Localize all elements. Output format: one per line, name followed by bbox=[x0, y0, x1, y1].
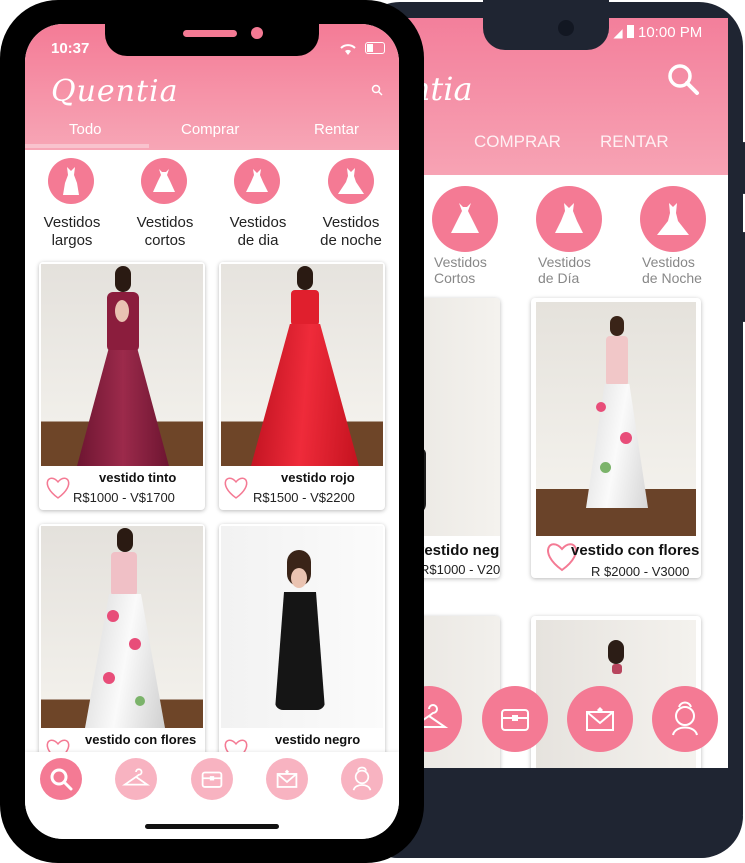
category-label: Vestidos Cortos bbox=[434, 254, 487, 286]
product-name: vestido con flores bbox=[571, 542, 700, 559]
category-long-dress-button[interactable] bbox=[48, 158, 94, 204]
product-photo bbox=[536, 302, 696, 536]
tab-comprar[interactable]: COMPRAR bbox=[474, 132, 561, 152]
tab-comprar[interactable]: Comprar bbox=[181, 121, 239, 138]
tab-rentar[interactable]: RENTAR bbox=[600, 132, 669, 152]
hanger-icon bbox=[122, 768, 150, 786]
battery-icon bbox=[626, 25, 634, 38]
nav-profile-button[interactable] bbox=[341, 758, 383, 800]
category-label: Vestidos de Noche bbox=[642, 254, 702, 286]
wifi-icon bbox=[340, 44, 356, 55]
night-dress-icon bbox=[338, 168, 364, 194]
profile-icon bbox=[672, 701, 698, 736]
home-indicator[interactable] bbox=[145, 824, 279, 829]
short-dress-icon bbox=[153, 169, 175, 192]
mail-icon bbox=[276, 769, 298, 788]
tab-rentar[interactable]: Rentar bbox=[314, 121, 359, 138]
battery-icon bbox=[365, 42, 386, 54]
product-name: vestido con flores bbox=[85, 732, 197, 747]
favorite-heart-icon[interactable] bbox=[223, 476, 249, 500]
product-card[interactable]: vestido con flores R $2000 - V3000 bbox=[531, 298, 701, 578]
favorite-heart-icon[interactable] bbox=[45, 476, 71, 500]
night-dress-icon bbox=[657, 203, 689, 235]
category-label: Vestidos de noche bbox=[320, 214, 382, 249]
nav-mail-button[interactable] bbox=[266, 758, 308, 800]
search-icon[interactable] bbox=[371, 84, 383, 96]
long-dress-icon bbox=[63, 167, 79, 195]
mail-icon bbox=[586, 707, 614, 731]
android-status-time: 10:00 PM bbox=[638, 24, 703, 41]
android-notch bbox=[483, 0, 609, 50]
nav-mail-button[interactable] bbox=[567, 686, 633, 752]
day-dress-icon bbox=[555, 203, 583, 233]
product-price: R$1000 - V$1700 bbox=[73, 490, 175, 505]
day-dress-icon bbox=[246, 169, 268, 192]
chest-icon bbox=[501, 709, 529, 731]
short-dress-icon bbox=[451, 203, 479, 233]
category-label: Vestidos cortos bbox=[136, 214, 194, 249]
iphone-status-time: 10:37 bbox=[51, 40, 90, 57]
speaker-icon bbox=[183, 30, 237, 37]
nav-chest-button[interactable] bbox=[482, 686, 548, 752]
android-screen: ● ◢ 10:00 PM Quentia COMPRAR RENTAR Vest… bbox=[374, 18, 728, 768]
search-icon bbox=[50, 768, 73, 791]
nav-chest-button[interactable] bbox=[191, 758, 233, 800]
product-card[interactable]: vestido tinto R$1000 - V$1700 bbox=[39, 262, 205, 510]
product-name: vestido negro bbox=[416, 542, 500, 559]
category-label: Vestidos largos bbox=[43, 214, 101, 249]
profile-icon bbox=[352, 766, 372, 791]
chest-icon bbox=[201, 771, 223, 788]
android-bottom-bezel bbox=[374, 768, 728, 820]
product-name: vestido rojo bbox=[281, 470, 355, 485]
nav-profile-button[interactable] bbox=[652, 686, 718, 752]
product-name: vestido tinto bbox=[99, 470, 177, 485]
app-title: Quentia bbox=[51, 74, 179, 109]
signal-icon: ◢ bbox=[613, 26, 623, 40]
camera-icon bbox=[251, 27, 263, 39]
product-photo bbox=[41, 264, 203, 466]
product-photo bbox=[221, 264, 383, 466]
product-photo bbox=[41, 526, 203, 728]
product-photo bbox=[221, 526, 383, 728]
category-label: Vestidos de Día bbox=[538, 254, 591, 286]
product-card[interactable]: vestido negro bbox=[219, 524, 385, 772]
nav-search-button[interactable] bbox=[40, 758, 82, 800]
product-price: R$1500 - V$2200 bbox=[253, 490, 355, 505]
tab-todo[interactable]: Todo bbox=[69, 121, 102, 138]
active-tab-indicator bbox=[25, 144, 149, 148]
category-night-dress-button[interactable] bbox=[328, 158, 374, 204]
nav-hanger-button[interactable] bbox=[115, 758, 157, 800]
product-name: vestido negro bbox=[275, 732, 361, 747]
iphone-notch bbox=[105, 22, 319, 56]
category-night-dress-button[interactable] bbox=[640, 186, 706, 252]
category-label: Vestidos de dia bbox=[229, 214, 287, 249]
iphone-screen: 10:37 Quentia Todo Comprar Rentar Vestid… bbox=[25, 24, 399, 839]
category-short-dress-button[interactable] bbox=[141, 158, 187, 204]
android-status-bar: ● ◢ 10:00 PM bbox=[602, 24, 702, 41]
category-day-dress-button[interactable] bbox=[536, 186, 602, 252]
product-price: R $2000 - V3000 bbox=[591, 564, 690, 578]
product-price: R$1000 - V2000 bbox=[420, 562, 500, 577]
camera-icon bbox=[558, 20, 574, 36]
product-card[interactable]: vestido rojo R$1500 - V$2200 bbox=[219, 262, 385, 510]
iphone-status-icons bbox=[339, 42, 386, 61]
product-card[interactable]: vestido con flores bbox=[39, 524, 205, 772]
search-icon[interactable] bbox=[666, 62, 702, 98]
category-day-dress-button[interactable] bbox=[234, 158, 280, 204]
category-short-dress-button[interactable] bbox=[432, 186, 498, 252]
